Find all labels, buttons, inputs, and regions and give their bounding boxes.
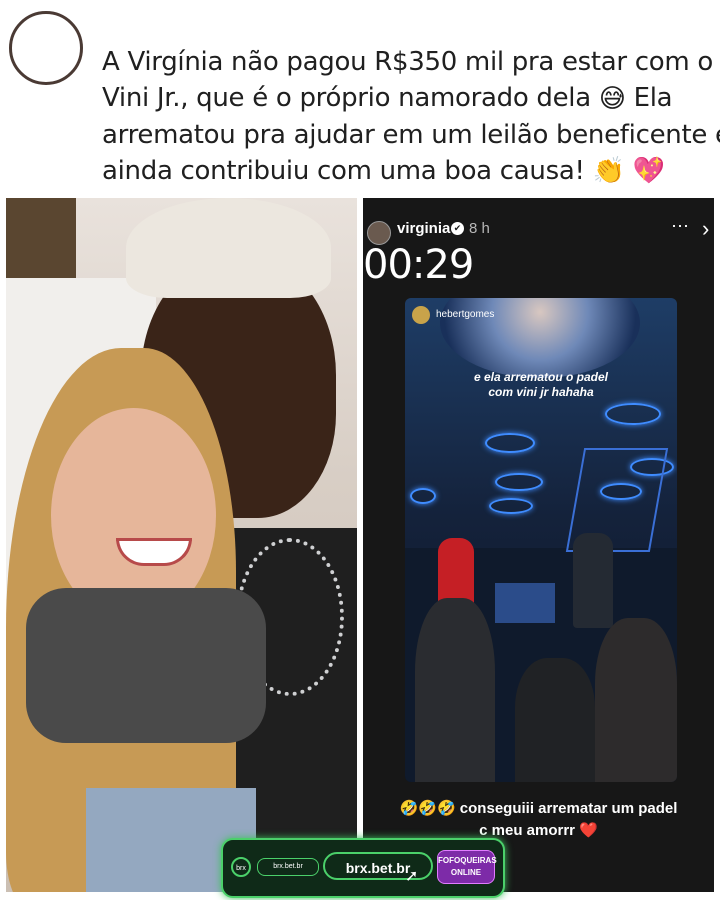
fofoqueiras-online-badge: FOFOQUEIRAS ONLINE: [437, 850, 497, 884]
story-time: 8 h: [469, 220, 490, 237]
tweet-line-4: ainda contribuiu com uma boa causa! 👏 💖: [102, 153, 702, 190]
more-options-icon[interactable]: ⋯: [671, 216, 690, 237]
banner-pill: brx.bet.br: [257, 858, 319, 876]
tweet-line-2-text: Vini Jr., que é o próprio namorado dela: [102, 83, 591, 113]
cursor-icon: ➚: [405, 868, 419, 885]
badge-line-2: ONLINE: [450, 868, 482, 877]
verified-badge-icon: ✔: [451, 222, 464, 235]
video-crowd: [595, 618, 677, 782]
couple-photo[interactable]: [6, 198, 357, 892]
sweat-smile-emoji-icon: 😅: [598, 83, 626, 114]
video-light-ring: [485, 433, 535, 453]
tweet-line-2-tail: Ela: [633, 83, 673, 113]
brx-bet-ad-banner[interactable]: brx brx.bet.br brx.bet.br ➚ FOFOQUEIRAS …: [221, 838, 505, 898]
video-light-ring: [489, 498, 533, 514]
repost-caption-line-1: e ela arrematou o padel: [473, 370, 609, 384]
video-light-ring: [495, 473, 543, 491]
repost-avatar: [412, 306, 430, 324]
tweet-line-1: A Virgínia não pagou R$350 mil pra estar…: [102, 47, 713, 77]
video-crowd: [515, 658, 595, 782]
story-caption: 🤣🤣🤣 conseguiii arrematar um padel c meu …: [363, 798, 714, 842]
photo-door: [6, 198, 76, 288]
video-stage-screen: [495, 583, 555, 623]
tweet-line-2: Vini Jr., que é o próprio namorado dela …: [102, 80, 702, 117]
tweet-text: A Virgínia não pagou R$350 mil pra estar…: [102, 44, 720, 190]
repost-caption-line-2: com vini jr hahaha: [488, 385, 594, 399]
clapping-hands-emoji-icon: 👏: [592, 156, 625, 186]
badge-line-1: FOFOQUEIRAS: [438, 856, 497, 865]
video-host: [573, 533, 613, 628]
video-light-ring: [605, 403, 661, 425]
repost-caption: e ela arrematou o padel com vini jr haha…: [405, 370, 677, 400]
story-timer: 00:29: [363, 242, 474, 288]
tweet-line-3: arrematou pra ajudar em um leilão benefi…: [102, 119, 720, 150]
video-light-ring: [410, 488, 436, 504]
instagram-story-screenshot[interactable]: virginia ✔ 8 h ⋯ › 00:29 hebertgomes e e…: [363, 198, 714, 892]
reposted-video[interactable]: hebertgomes e ela arrematou o padel com …: [405, 298, 677, 782]
video-crowd: [415, 598, 495, 782]
repost-username: hebertgomes: [436, 309, 495, 320]
close-icon[interactable]: ›: [702, 216, 709, 242]
tweet-line-4-text: ainda contribuiu com uma boa causa!: [102, 155, 585, 186]
photo-cap: [126, 198, 331, 298]
photo-sleeve: [26, 588, 266, 743]
brx-logo-icon: brx: [231, 857, 251, 877]
story-username[interactable]: virginia: [397, 220, 450, 237]
sparkling-heart-emoji-icon: 💖: [632, 156, 665, 186]
profile-avatar[interactable]: [9, 11, 83, 85]
story-caption-line-1: 🤣🤣🤣 conseguiii arrematar um padel: [399, 800, 678, 817]
